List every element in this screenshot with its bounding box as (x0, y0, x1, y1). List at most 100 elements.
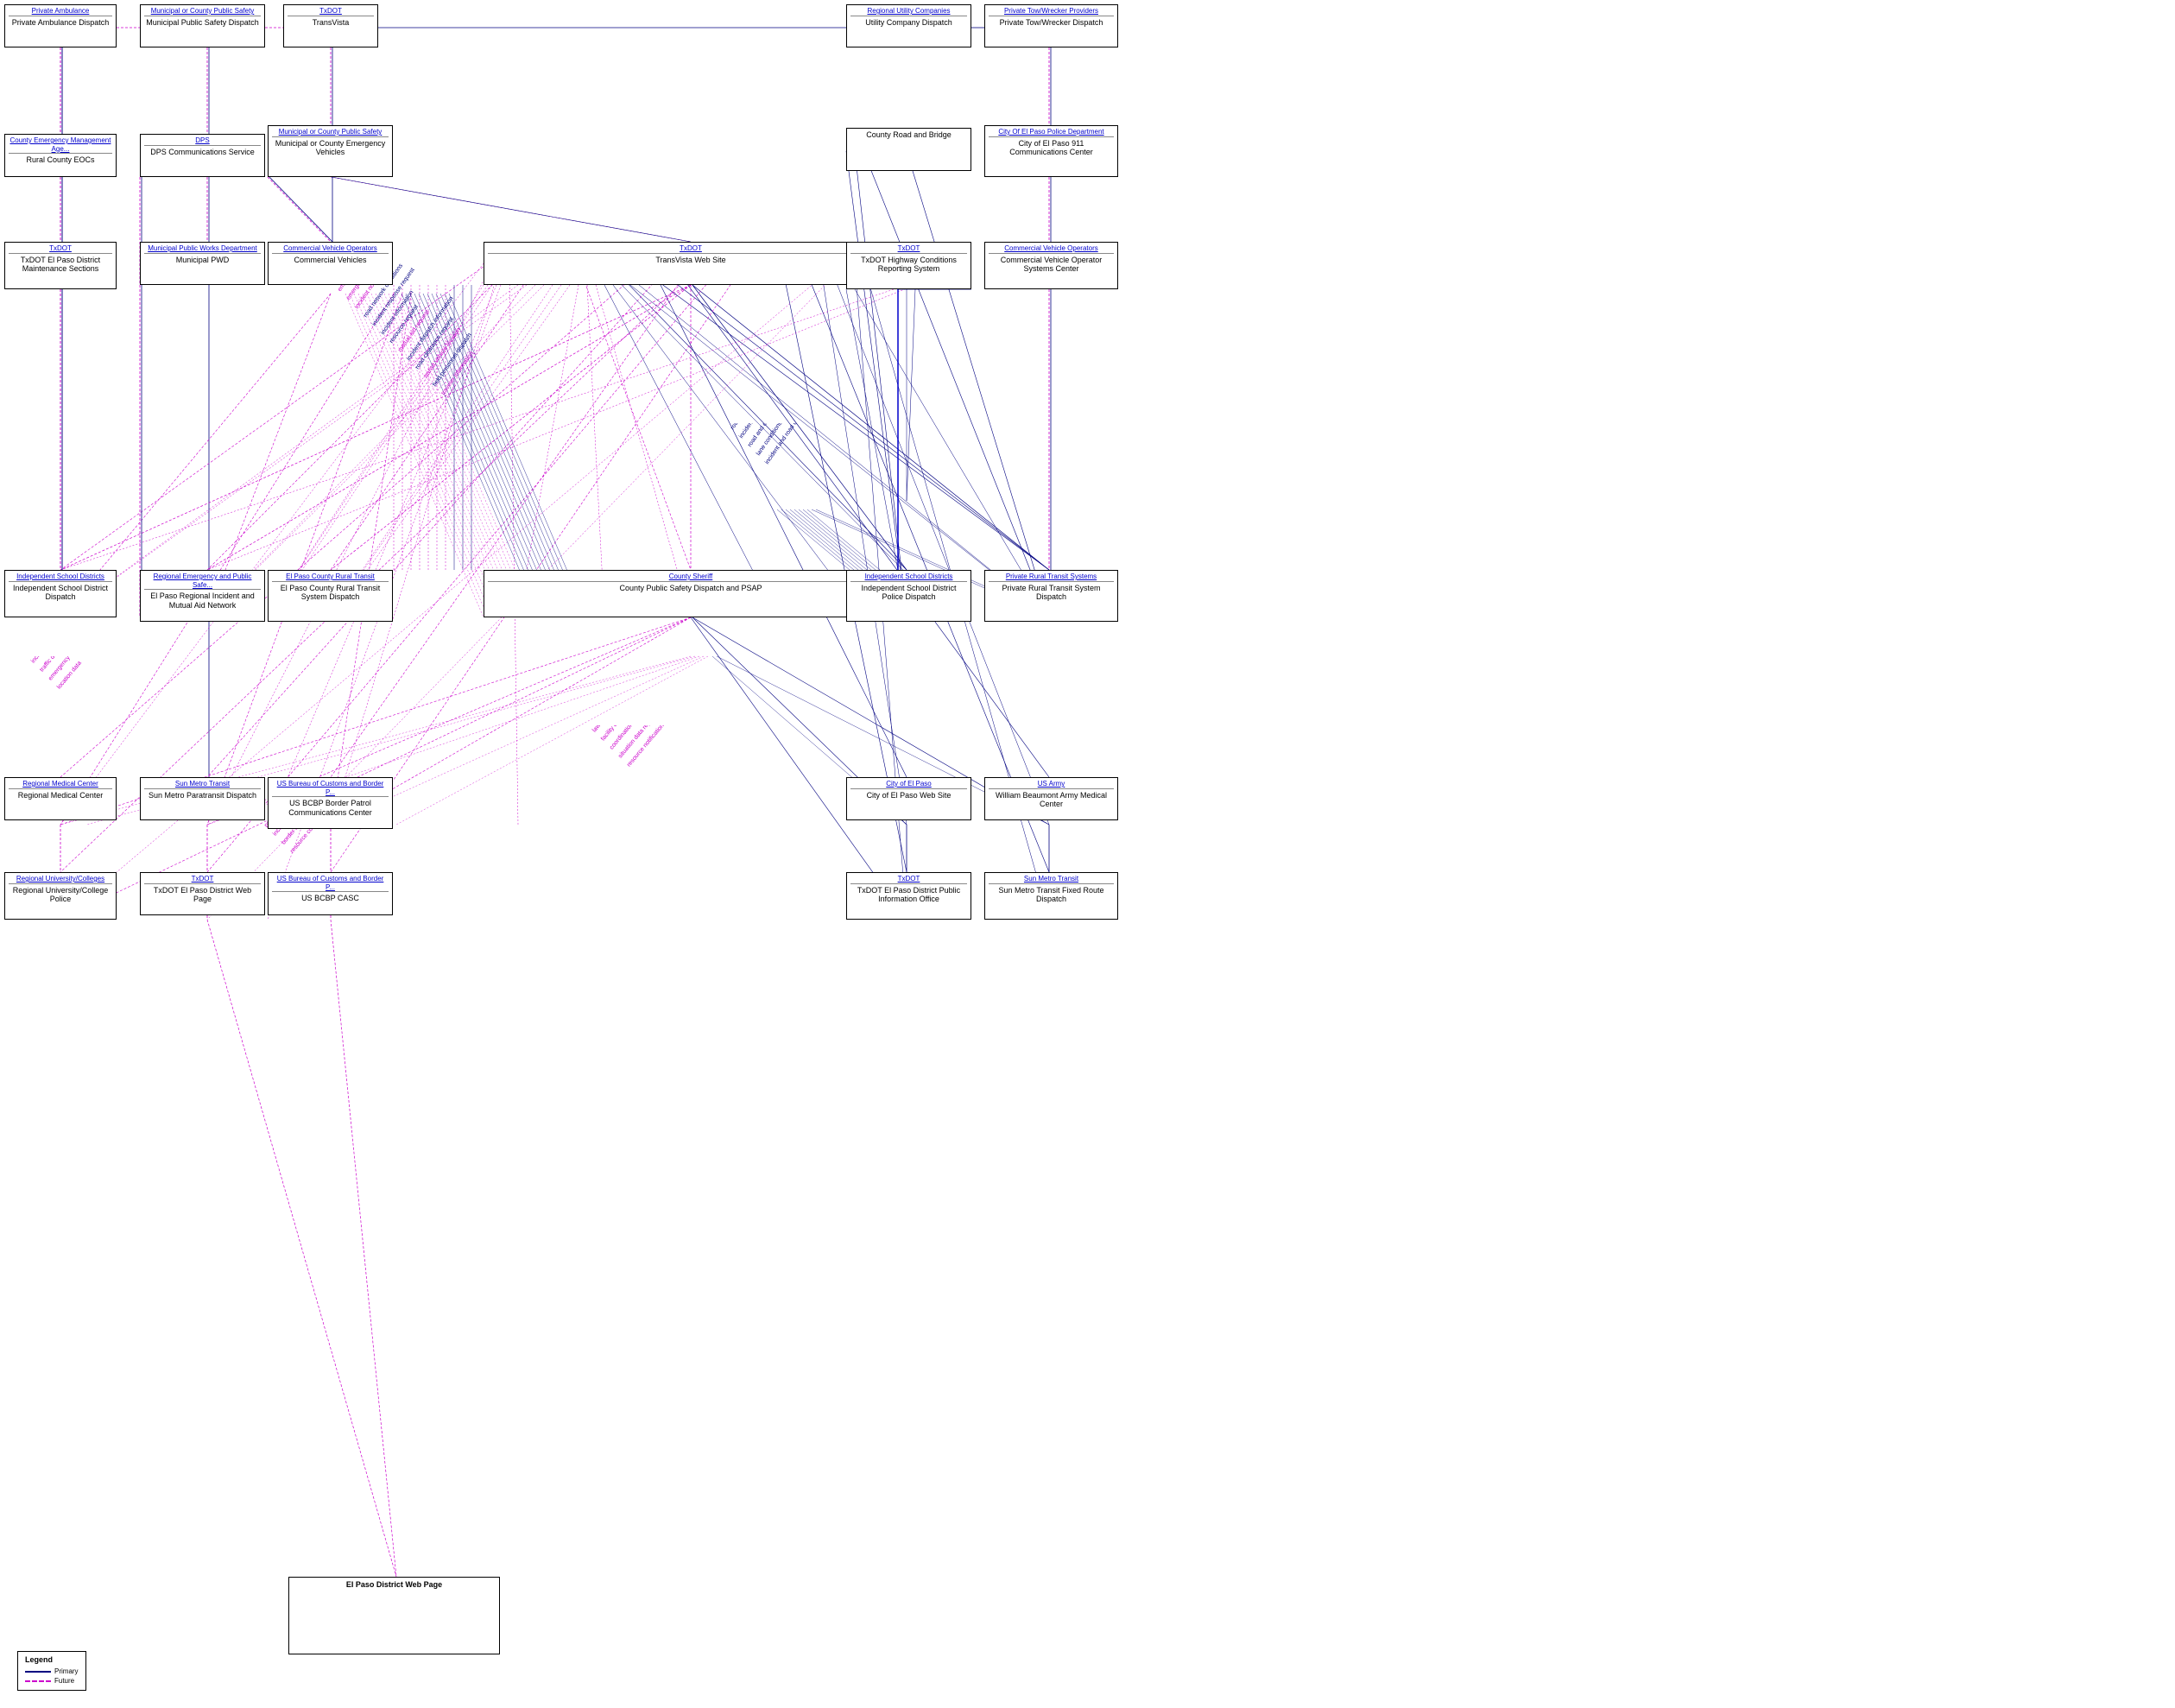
city-el-paso-police-node: City Of El Paso Police Department City o… (984, 125, 1118, 177)
private-tow-wrecker-header: Private Tow/Wrecker Providers (989, 7, 1114, 16)
diagram-container: incident alerts to public citizens trans… (0, 0, 2175, 1708)
us-bcbp-border-patrol-header: US Bureau of Customs and Border P... (272, 780, 389, 797)
dps-header: DPS (144, 136, 261, 146)
dps-node: DPS DPS Communications Service (140, 134, 265, 177)
txdot-maintenance-header: TxDOT (9, 244, 112, 254)
commercial-vehicle-operator-systems-node: Commercial Vehicle Operators Commercial … (984, 242, 1118, 289)
legend-future-label: Future (54, 1677, 74, 1685)
sun-metro-fixed-route-body: Sun Metro Transit Fixed Route Dispatch (998, 886, 1103, 904)
commercial-vehicle-operator-systems-header: Commercial Vehicle Operators (989, 244, 1114, 254)
private-rural-transit-body: Private Rural Transit System Dispatch (1002, 584, 1100, 602)
el-paso-district-web-page-node[interactable]: EI Paso District Web Page (288, 1577, 500, 1654)
legend-future-item: Future (25, 1677, 79, 1685)
county-road-bridge-body: County Road and Bridge (866, 130, 952, 139)
us-bcbp-casc-body: US BCBP CASC (301, 894, 359, 902)
txdot-maintenance-node: TxDOT TxDOT El Paso District Maintenance… (4, 242, 117, 289)
independent-school-district-dispatch-header: Independent School Districts (9, 572, 112, 582)
legend-primary-item: Primary (25, 1667, 79, 1675)
sun-metro-transit-header: Sun Metro Transit (144, 780, 261, 789)
city-el-paso-police-body: City of El Paso 911 Communications Cente… (1009, 139, 1093, 157)
private-tow-wrecker-node: Private Tow/Wrecker Providers Private To… (984, 4, 1118, 47)
us-army-body: William Beaumont Army Medical Center (996, 791, 1107, 809)
regional-utility-header: Regional Utility Companies (850, 7, 967, 16)
txdot-transvista-top-node: TxDOT TransVista (283, 4, 378, 47)
txdot-public-info-body: TxDOT El Paso District Public Informatio… (857, 886, 960, 904)
txdot-highway-conditions-body: TxDOT Highway Conditions Reporting Syste… (861, 256, 957, 274)
sun-metro-fixed-route-header: Sun Metro Transit (989, 875, 1114, 884)
regional-emergency-public-safety-node: Regional Emergency and Public Safe... El… (140, 570, 265, 622)
county-emergency-mgmt-header: County Emergency Management Age... (9, 136, 112, 154)
county-road-bridge-node: County Road and Bridge (846, 128, 971, 171)
txdot-transvista-web-node: TxDOT TransVista Web Site (484, 242, 898, 285)
us-bcbp-border-patrol-node: US Bureau of Customs and Border P... US … (268, 777, 393, 829)
txdot-district-web-header: TxDOT (144, 875, 261, 884)
txdot-transvista-web-header: TxDOT (488, 244, 894, 254)
muni-county-vehicles-body: Municipal or County Emergency Vehicles (275, 139, 386, 157)
el-paso-county-rural-transit-body: El Paso County Rural Transit System Disp… (281, 584, 381, 602)
txdot-transvista-top-body: TransVista (313, 18, 350, 27)
private-tow-wrecker-body: Private Tow/Wrecker Dispatch (1000, 18, 1103, 27)
independent-school-district-police-header: Independent School Districts (850, 572, 967, 582)
commercial-vehicles-header: Commercial Vehicle Operators (272, 244, 389, 254)
regional-medical-center-node: Regional Medical Center Regional Medical… (4, 777, 117, 820)
county-emergency-mgmt-node: County Emergency Management Age... Rural… (4, 134, 117, 177)
private-ambulance-header: Private Ambulance (9, 7, 112, 16)
independent-school-district-police-body: Independent School District Police Dispa… (861, 584, 956, 602)
legend-title: Legend (25, 1655, 79, 1664)
txdot-public-info-header: TxDOT (850, 875, 967, 884)
el-paso-county-rural-transit-node: El Paso County Rural Transit El Paso Cou… (268, 570, 393, 622)
regional-emergency-public-safety-body: El Paso Regional Incident and Mutual Aid… (150, 591, 255, 610)
commercial-vehicles-body: Commercial Vehicles (294, 256, 366, 264)
city-el-paso-police-header: City Of El Paso Police Department (989, 128, 1114, 137)
txdot-transvista-top-header: TxDOT (288, 7, 374, 16)
us-bcbp-border-patrol-body: US BCBP Border Patrol Communications Cen… (288, 799, 372, 817)
txdot-district-web-body: TxDOT El Paso District Web Page (154, 886, 251, 904)
city-el-paso-web-node: City of El Paso City of El Paso Web Site (846, 777, 971, 820)
us-army-header: US Army (989, 780, 1114, 789)
legend-primary-line (25, 1671, 51, 1673)
private-rural-transit-header: Private Rural Transit Systems (989, 572, 1114, 582)
regional-university-header: Regional University/Colleges (9, 875, 112, 884)
legend-future-line (25, 1680, 51, 1682)
muni-public-safety-top-header: Municipal or County Public Safety (144, 7, 261, 16)
legend: Legend Primary Future (17, 1651, 86, 1691)
private-ambulance-body: Private Ambulance Dispatch (12, 18, 110, 27)
regional-university-node: Regional University/Colleges Regional Un… (4, 872, 117, 920)
county-sheriff-body: County Public Safety Dispatch and PSAP (619, 584, 762, 592)
regional-medical-center-body: Regional Medical Center (18, 791, 104, 800)
independent-school-district-dispatch-node: Independent School Districts Independent… (4, 570, 117, 617)
commercial-vehicle-operator-systems-body: Commercial Vehicle Operator Systems Cent… (1001, 256, 1103, 274)
txdot-district-web-node: TxDOT TxDOT El Paso District Web Page (140, 872, 265, 915)
muni-public-safety-top-node: Municipal or County Public Safety Munici… (140, 4, 265, 47)
sun-metro-transit-body: Sun Metro Paratransit Dispatch (149, 791, 256, 800)
independent-school-district-dispatch-body: Independent School District Dispatch (13, 584, 108, 602)
txdot-public-info-node: TxDOT TxDOT El Paso District Public Info… (846, 872, 971, 920)
txdot-highway-conditions-node: TxDOT TxDOT Highway Conditions Reporting… (846, 242, 971, 289)
muni-county-vehicles-header: Municipal or County Public Safety (272, 128, 389, 137)
regional-utility-node: Regional Utility Companies Utility Compa… (846, 4, 971, 47)
county-sheriff-header: County Sheriff (488, 572, 894, 582)
independent-school-district-police-node: Independent School Districts Independent… (846, 570, 971, 622)
sun-metro-transit-node: Sun Metro Transit Sun Metro Paratransit … (140, 777, 265, 820)
txdot-highway-conditions-header: TxDOT (850, 244, 967, 254)
muni-public-works-body: Municipal PWD (176, 256, 230, 264)
regional-emergency-public-safety-header: Regional Emergency and Public Safe... (144, 572, 261, 590)
txdot-transvista-web-body: TransVista Web Site (655, 256, 725, 264)
county-sheriff-node: County Sheriff County Public Safety Disp… (484, 570, 898, 617)
regional-university-body: Regional University/College Police (13, 886, 109, 904)
county-emergency-mgmt-body: Rural County EOCs (26, 155, 94, 164)
city-el-paso-web-header: City of El Paso (850, 780, 967, 789)
regional-medical-center-header: Regional Medical Center (9, 780, 112, 789)
muni-public-safety-top-body: Municipal Public Safety Dispatch (146, 18, 259, 27)
muni-public-works-header: Municipal Public Works Department (144, 244, 261, 254)
muni-public-works-node: Municipal Public Works Department Munici… (140, 242, 265, 285)
city-el-paso-web-body: City of El Paso Web Site (867, 791, 952, 800)
us-bcbp-casc-header: US Bureau of Customs and Border P... (272, 875, 389, 892)
regional-utility-body: Utility Company Dispatch (865, 18, 952, 27)
us-army-node: US Army William Beaumont Army Medical Ce… (984, 777, 1118, 820)
sun-metro-fixed-route-node: Sun Metro Transit Sun Metro Transit Fixe… (984, 872, 1118, 920)
commercial-vehicles-node: Commercial Vehicle Operators Commercial … (268, 242, 393, 285)
private-rural-transit-node: Private Rural Transit Systems Private Ru… (984, 570, 1118, 622)
el-paso-district-web-page-body: EI Paso District Web Page (346, 1580, 442, 1589)
dps-body: DPS Communications Service (150, 148, 255, 156)
